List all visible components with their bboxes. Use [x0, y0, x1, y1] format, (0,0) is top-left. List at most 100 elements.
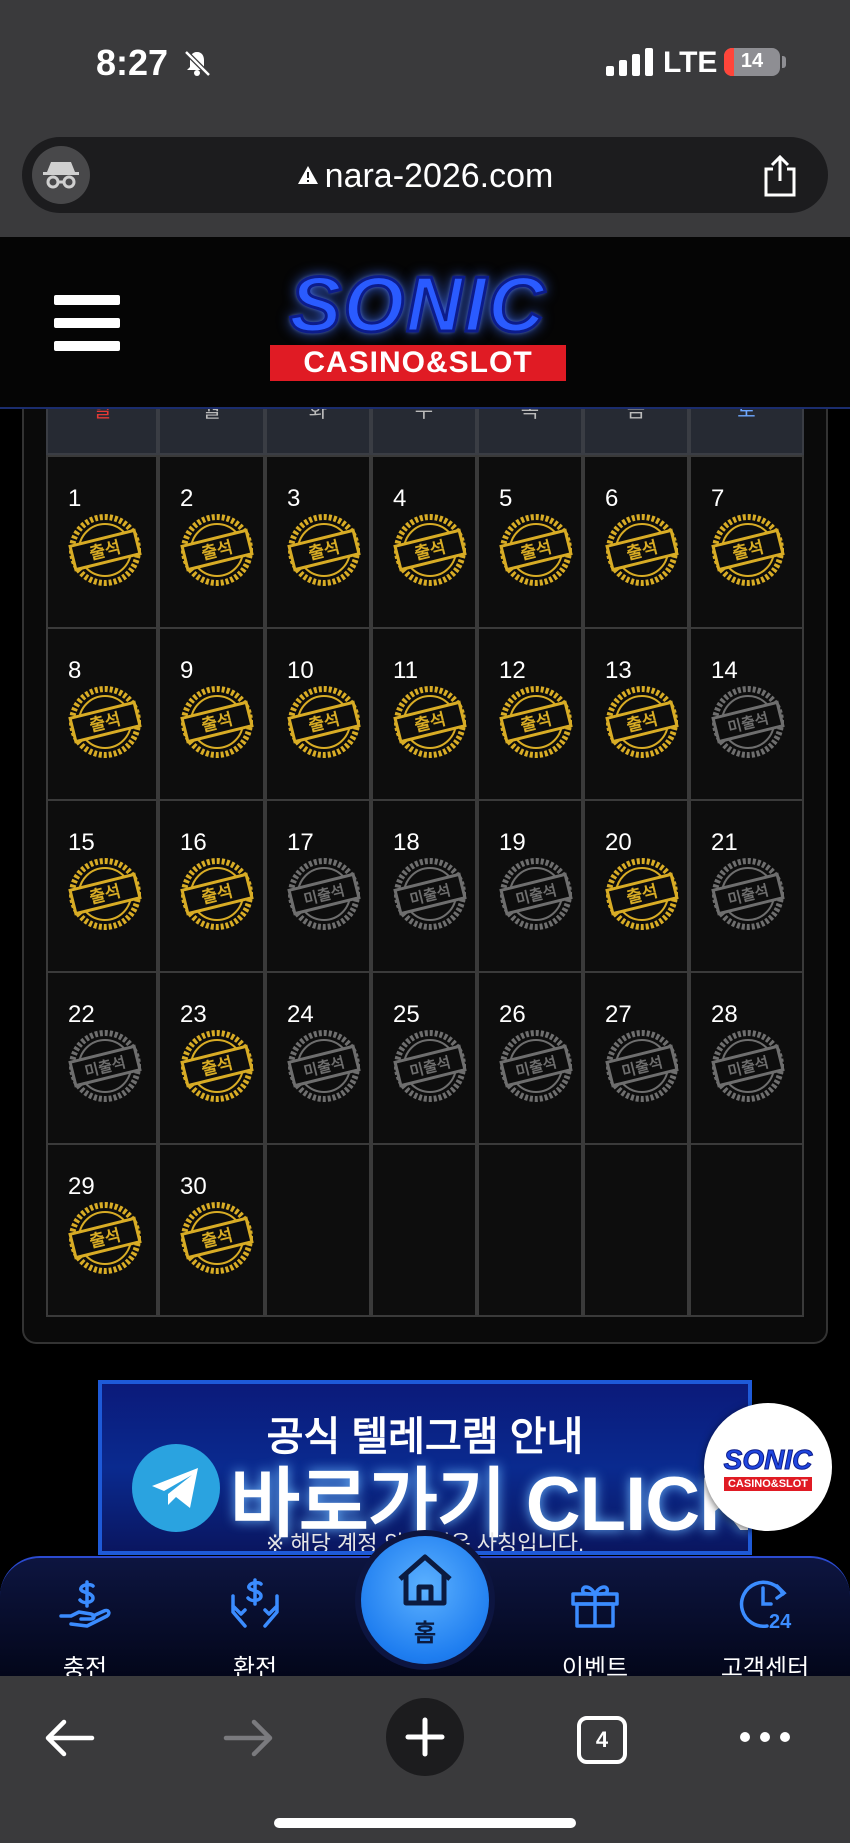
- calendar-day-number: 21: [711, 829, 738, 856]
- calendar-day-cell: 11 출석: [371, 627, 477, 801]
- menu-icon[interactable]: [54, 295, 120, 351]
- calendar-day-number: 2: [180, 485, 194, 512]
- calendar-day-number: 30: [180, 1173, 207, 1200]
- home-icon: [398, 1554, 452, 1605]
- attended-stamp-icon: 출석: [180, 1202, 254, 1274]
- tab-count-button[interactable]: 4: [577, 1716, 627, 1764]
- calendar-day-number: 19: [499, 829, 526, 856]
- calendar-empty-cell: [583, 1143, 689, 1317]
- weekday-header: 일월화수목금토: [46, 409, 804, 455]
- floating-logo-button[interactable]: SONIC CASINO&SLOT: [704, 1403, 832, 1531]
- calendar-day-number: 15: [68, 829, 95, 856]
- calendar-day-cell: 6 출석: [583, 455, 689, 629]
- calendar-day-number: 13: [605, 657, 632, 684]
- forward-arrow-icon[interactable]: [220, 1716, 276, 1760]
- attended-stamp-icon: 출석: [180, 514, 254, 586]
- calendar-day-cell: 19 미출석: [477, 799, 583, 973]
- weekday-header-cell: 목: [477, 409, 583, 455]
- calendar-empty-cell: [477, 1143, 583, 1317]
- weekday-header-cell: 토: [689, 409, 804, 455]
- bell-off-icon: [184, 50, 211, 77]
- absent-stamp-icon: 미출석: [68, 1030, 142, 1102]
- absent-stamp-icon: 미출석: [499, 858, 573, 930]
- attended-stamp-icon: 출석: [68, 686, 142, 758]
- calendar-day-number: 11: [393, 657, 418, 684]
- attended-stamp-icon: 출석: [287, 686, 361, 758]
- calendar-day-cell: 5 출석: [477, 455, 583, 629]
- calendar-day-cell: 9 출석: [158, 627, 265, 801]
- absent-stamp-icon: 미출석: [711, 686, 785, 758]
- calendar-day-cell: 23 출석: [158, 971, 265, 1145]
- calendar-day-cell: 17 미출석: [265, 799, 371, 973]
- calendar-day-number: 28: [711, 1001, 738, 1028]
- site-logo[interactable]: SONIC CASINO&SLOT: [238, 259, 598, 389]
- attended-stamp-icon: 출석: [68, 514, 142, 586]
- weekday-header-cell: 금: [583, 409, 689, 455]
- nav-item-deposit[interactable]: 충전: [25, 1576, 145, 1683]
- warning-icon: [297, 166, 318, 184]
- attended-stamp-icon: 출석: [68, 1202, 142, 1274]
- calendar-day-number: 8: [68, 657, 82, 684]
- absent-stamp-icon: 미출석: [393, 1030, 467, 1102]
- calendar-day-number: 20: [605, 829, 632, 856]
- calendar-day-number: 12: [499, 657, 526, 684]
- calendar-day-cell: 30 출석: [158, 1143, 265, 1317]
- nav-label-home: 홈: [413, 1619, 437, 1647]
- floating-logo-main: SONIC: [723, 1443, 813, 1475]
- attended-stamp-icon: 출석: [287, 514, 361, 586]
- calendar-day-cell: 25 미출석: [371, 971, 477, 1145]
- back-arrow-icon[interactable]: [42, 1716, 98, 1760]
- calendar-day-number: 4: [393, 485, 407, 512]
- withdraw-icon: [195, 1576, 315, 1632]
- telegram-icon: [132, 1444, 220, 1532]
- calendar-day-number: 22: [68, 1001, 95, 1028]
- calendar-day-number: 1: [68, 485, 82, 512]
- calendar-day-number: 9: [180, 657, 194, 684]
- address-bar[interactable]: nara-2026.com: [22, 137, 828, 213]
- absent-stamp-icon: 미출석: [605, 1030, 679, 1102]
- battery-level: 14: [740, 50, 764, 72]
- nav-item-home[interactable]: 홈: [355, 1530, 495, 1670]
- calendar-day-cell: 4 출석: [371, 455, 477, 629]
- attended-stamp-icon: 출석: [605, 858, 679, 930]
- gift-icon: [535, 1576, 655, 1632]
- attended-stamp-icon: 출석: [711, 514, 785, 586]
- weekday-header-cell: 수: [371, 409, 477, 455]
- nav-item-support[interactable]: 24 고객센터: [705, 1576, 825, 1683]
- calendar-day-cell: 16 출석: [158, 799, 265, 973]
- absent-stamp-icon: 미출석: [393, 858, 467, 930]
- calendar-empty-cell: [689, 1143, 804, 1317]
- more-icon[interactable]: [740, 1732, 790, 1742]
- support-24-icon: 24: [705, 1576, 825, 1632]
- attended-stamp-icon: 출석: [393, 686, 467, 758]
- calendar-day-number: 6: [605, 485, 619, 512]
- calendar-day-cell: 1 출석: [46, 455, 158, 629]
- telegram-banner[interactable]: 공식 텔레그램 안내 바로가기 CLICK ※ 해당 계정 외 사칭은 사칭입니…: [98, 1380, 752, 1555]
- calendar-day-cell: 21 미출석: [689, 799, 804, 973]
- absent-stamp-icon: 미출석: [287, 1030, 361, 1102]
- calendar-day-number: 29: [68, 1173, 95, 1200]
- absent-stamp-icon: 미출석: [711, 1030, 785, 1102]
- attended-stamp-icon: 출석: [180, 1030, 254, 1102]
- calendar-day-cell: 26 미출석: [477, 971, 583, 1145]
- absent-stamp-icon: 미출석: [711, 858, 785, 930]
- nav-item-event[interactable]: 이벤트: [535, 1576, 655, 1683]
- calendar-day-number: 23: [180, 1001, 207, 1028]
- calendar-day-number: 26: [499, 1001, 526, 1028]
- new-tab-button[interactable]: [386, 1698, 464, 1776]
- weekday-header-cell: 월: [158, 409, 265, 455]
- home-indicator: [274, 1818, 576, 1828]
- nav-item-withdraw[interactable]: 환전: [195, 1576, 315, 1683]
- logo-main-text: SONIC: [288, 259, 547, 350]
- svg-text:24: 24: [769, 1611, 792, 1632]
- share-icon[interactable]: [762, 155, 798, 197]
- url-text: nara-2026.com: [324, 157, 554, 195]
- calendar-day-cell: 7 출석: [689, 455, 804, 629]
- logo-sub-text: CASINO&SLOT: [270, 345, 566, 381]
- plus-icon: [405, 1717, 445, 1757]
- attended-stamp-icon: 출석: [393, 514, 467, 586]
- calendar-day-number: 27: [605, 1001, 632, 1028]
- calendar-day-cell: 10 출석: [265, 627, 371, 801]
- attended-stamp-icon: 출석: [68, 858, 142, 930]
- calendar-day-cell: 24 미출석: [265, 971, 371, 1145]
